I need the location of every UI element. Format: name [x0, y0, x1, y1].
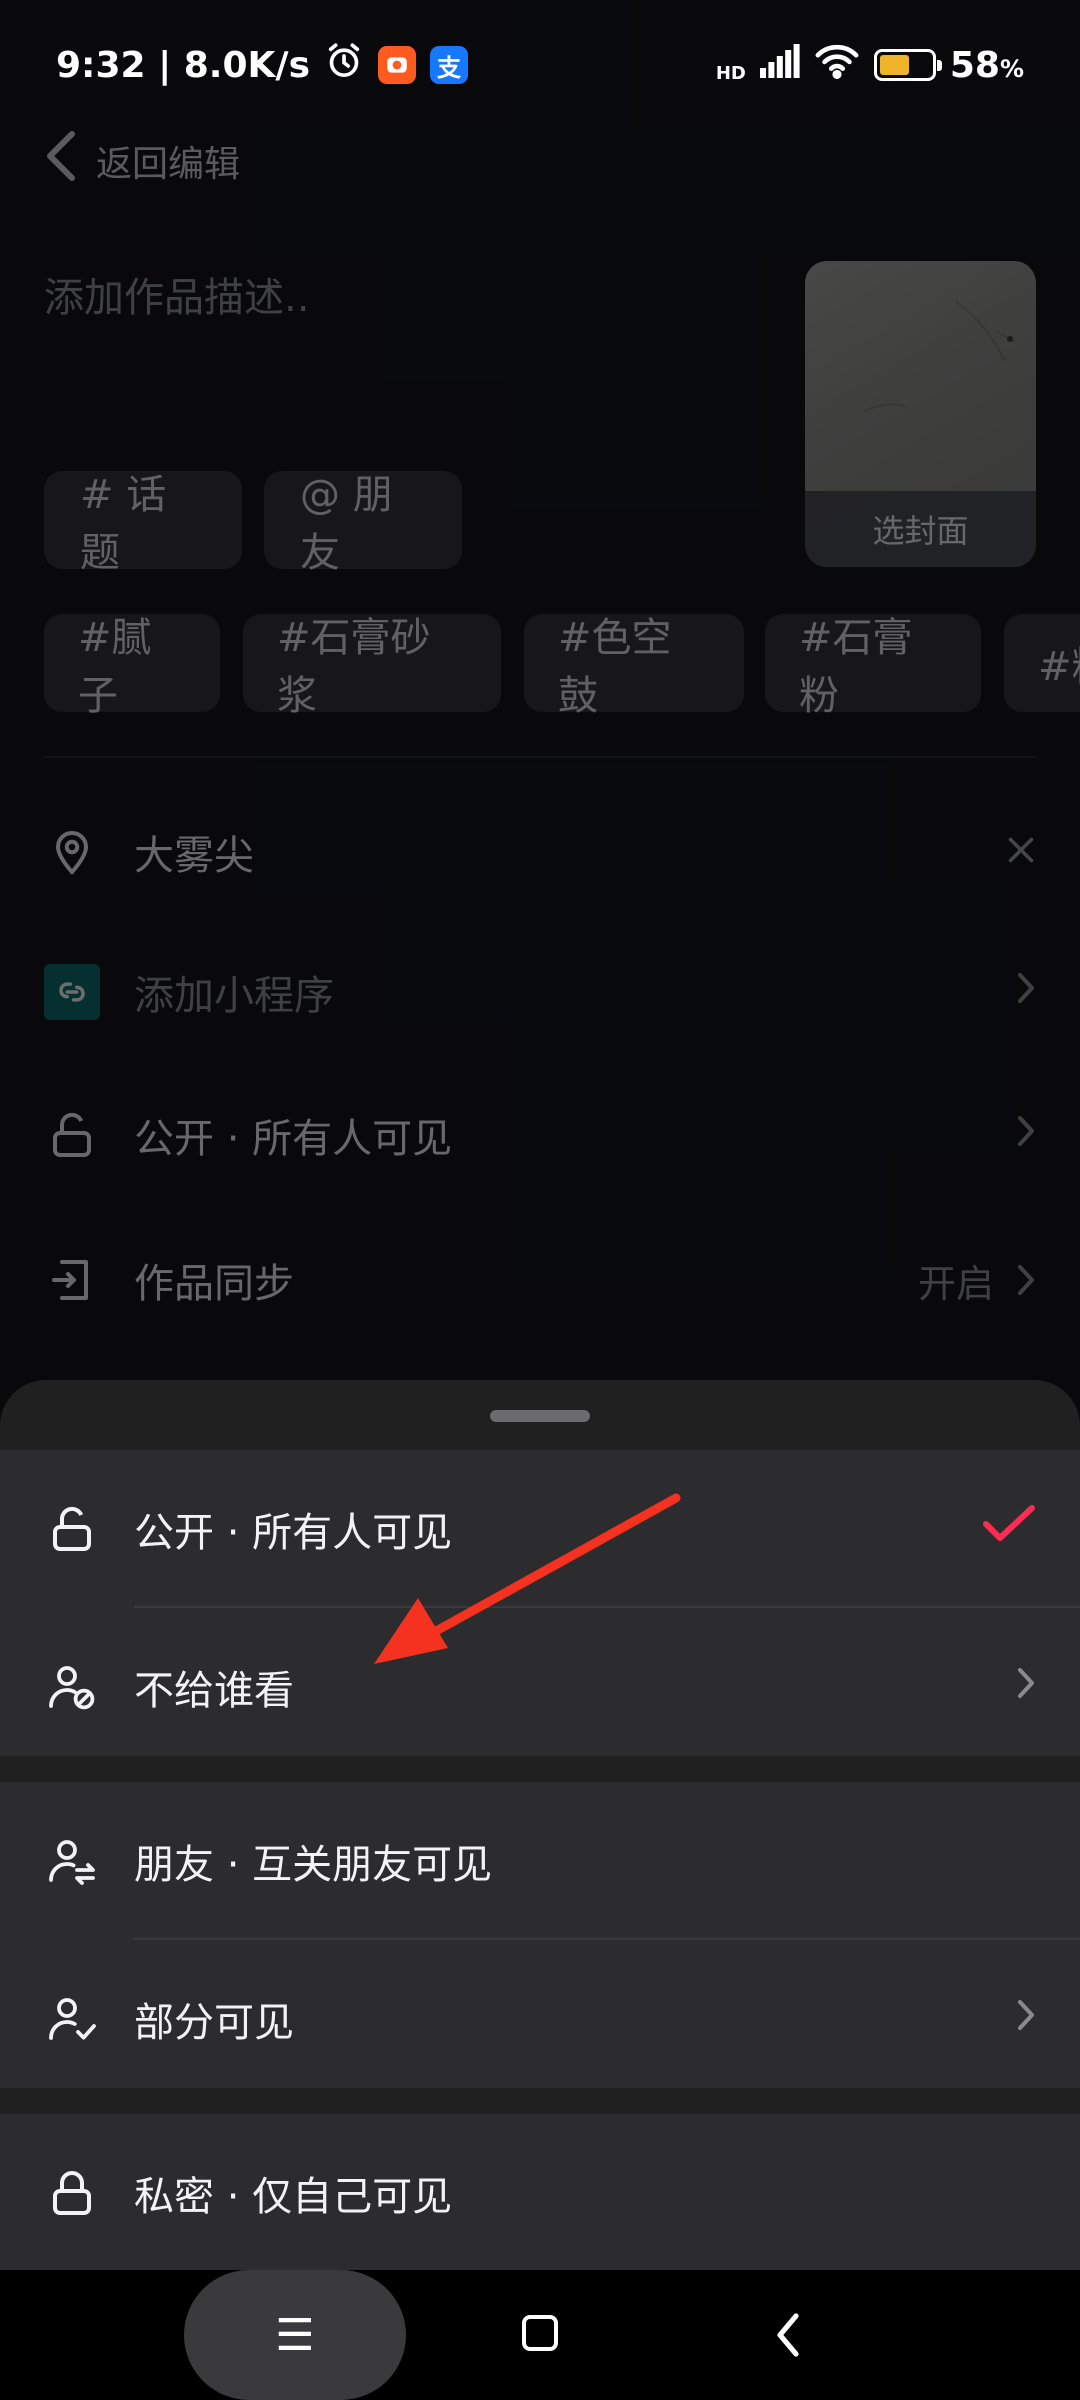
option-public[interactable]: 公开 · 所有人可见	[0, 1450, 1080, 1608]
status-time: 9:32 | 8.0K/s	[56, 44, 311, 86]
sync-label: 作品同步	[134, 1261, 294, 1307]
sheet-group: 公开 · 所有人可见 不给谁看	[0, 1450, 1080, 1756]
option-label: 公开 · 所有人可见	[134, 1510, 453, 1556]
mention-friend-button[interactable]: @ 朋友	[264, 471, 462, 576]
unlock-icon	[44, 1107, 100, 1163]
sheet-drag-handle[interactable]	[490, 1410, 590, 1422]
description-input[interactable]: 添加作品描述..	[44, 265, 309, 323]
option-label: 不给谁看	[134, 1668, 294, 1714]
mutual-friends-icon	[44, 1833, 100, 1889]
chevron-left-icon	[44, 128, 78, 193]
option-friends[interactable]: 朋友 · 互关朋友可见	[0, 1782, 1080, 1940]
clear-location-icon[interactable]	[1006, 829, 1036, 875]
hashtag-chip[interactable]: #粉	[1004, 614, 1080, 712]
hashtag-chip[interactable]: #腻子	[44, 614, 220, 719]
home-button[interactable]	[522, 2315, 558, 2351]
mini-program-icon	[44, 964, 100, 1020]
lock-icon	[44, 2165, 100, 2221]
location-pin-icon	[44, 824, 100, 880]
mini-program-row[interactable]: 添加小程序	[44, 947, 1036, 1037]
system-nav-bar: ☰	[0, 2270, 1080, 2400]
sync-row[interactable]: 作品同步 开启	[44, 1235, 1036, 1325]
location-label: 大雾尖	[134, 833, 254, 879]
location-row[interactable]: 大雾尖	[44, 807, 1036, 897]
option-label: 私密 · 仅自己可见	[134, 2174, 453, 2220]
menu-icon: ☰	[275, 2309, 315, 2361]
checkmark-icon	[982, 1504, 1036, 1554]
cover-label: 选封面	[805, 491, 1036, 567]
option-hide-from[interactable]: 不给谁看	[0, 1608, 1080, 1766]
hashtag-chip[interactable]: #石膏砂浆	[243, 614, 501, 719]
recents-button[interactable]: ☰	[184, 2270, 406, 2400]
battery-fill	[879, 55, 909, 75]
divider	[44, 756, 1036, 758]
cellular-signal-icon	[759, 43, 800, 87]
back-button[interactable]	[768, 2302, 808, 2368]
visibility-label: 公开 · 所有人可见	[134, 1116, 453, 1162]
alipay-app-icon: 支	[430, 46, 469, 84]
topic-button[interactable]: # 话题	[44, 471, 242, 576]
option-label: 部分可见	[134, 2000, 294, 2046]
chevron-right-icon	[1016, 1996, 1036, 2042]
sync-value: 开启	[917, 1261, 994, 1306]
cover-picker[interactable]: 选封面	[805, 261, 1036, 567]
taobao-app-icon	[378, 46, 417, 84]
wifi-icon	[814, 43, 860, 88]
alarm-icon	[324, 41, 364, 90]
network-type-label: HD	[715, 62, 746, 84]
sync-status: 开启	[918, 1253, 1036, 1308]
hashtag-chip[interactable]: #石膏粉	[765, 614, 981, 719]
unlock-icon	[44, 1501, 100, 1557]
sheet-group: 朋友 · 互关朋友可见 部分可见	[0, 1782, 1080, 2088]
back-arrow-icon	[777, 2313, 799, 2357]
status-bar: 9:32 | 8.0K/s 支 HD 58%	[0, 0, 1080, 130]
visibility-row[interactable]: 公开 · 所有人可见	[44, 1090, 1036, 1180]
hashtag-chip[interactable]: #色空鼓	[524, 614, 744, 719]
option-label: 朋友 · 互关朋友可见	[134, 1842, 493, 1888]
cover-thumbnail	[864, 300, 1016, 412]
status-right: HD 58%	[716, 43, 1024, 88]
option-partial[interactable]: 部分可见	[0, 1940, 1080, 2098]
back-label: 返回编辑	[96, 143, 241, 185]
user-check-icon	[44, 1991, 100, 2047]
sync-export-icon	[44, 1252, 100, 1308]
user-block-icon	[44, 1659, 100, 1715]
mini-program-label: 添加小程序	[134, 973, 334, 1019]
status-left: 9:32 | 8.0K/s 支	[56, 41, 469, 90]
battery-icon	[873, 49, 942, 81]
visibility-bottom-sheet: 公开 · 所有人可见 不给谁看 朋友 · 互关朋友可见 部分可见 私密 · 仅自…	[0, 1380, 1080, 2270]
chevron-right-icon	[1016, 969, 1036, 1015]
option-private[interactable]: 私密 · 仅自己可见	[0, 2114, 1080, 2270]
sheet-group: 私密 · 仅自己可见	[0, 2114, 1080, 2270]
back-to-edit-button[interactable]: 返回编辑	[44, 128, 240, 193]
chevron-right-icon	[1018, 1265, 1034, 1295]
battery-percent: 58%	[949, 44, 1024, 86]
chevron-right-icon	[1016, 1112, 1036, 1158]
chevron-right-icon	[1016, 1664, 1036, 1710]
